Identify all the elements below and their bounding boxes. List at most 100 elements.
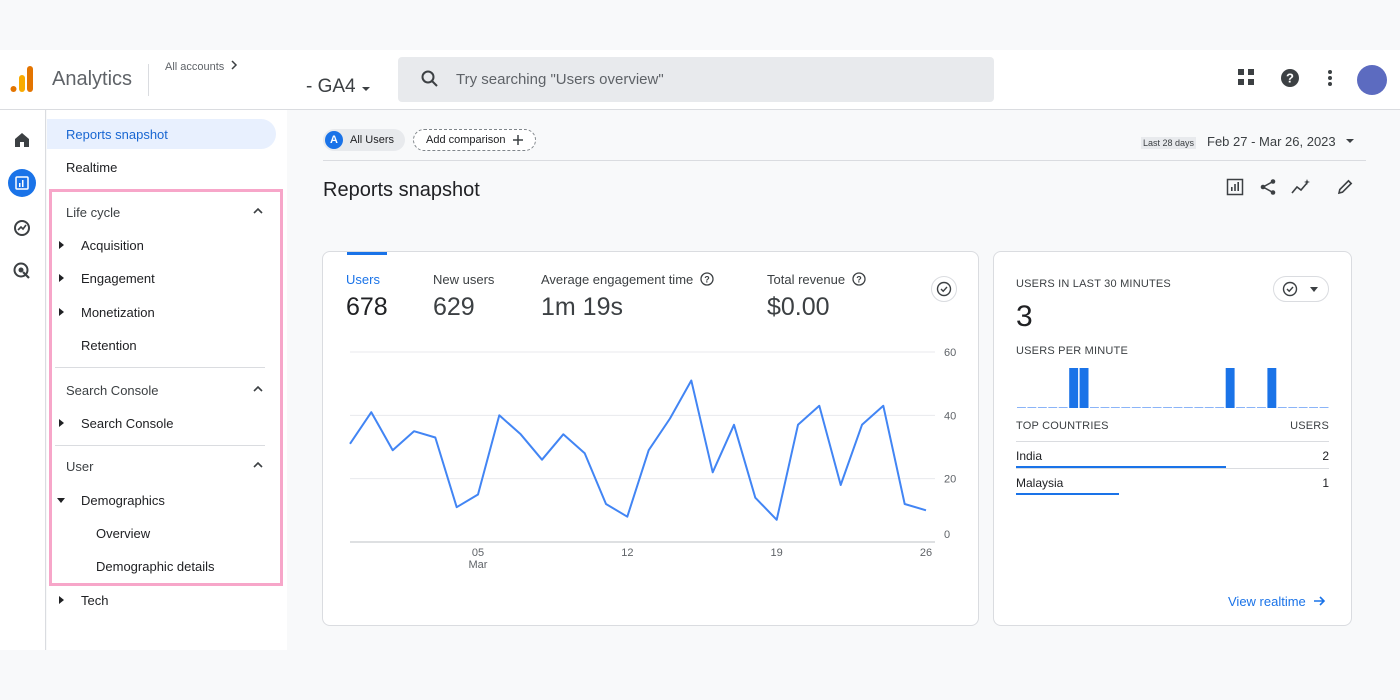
per-minute-bar bbox=[1277, 407, 1287, 408]
nav-item-label: Search Console bbox=[81, 415, 174, 431]
caret-down-icon bbox=[361, 87, 370, 91]
nav-item-engagement[interactable]: Engagement bbox=[47, 263, 277, 293]
caret-down-icon bbox=[1346, 139, 1355, 143]
nav-item-demographics[interactable]: Demographics bbox=[47, 485, 277, 515]
date-range-picker[interactable]: Feb 27 - Mar 26, 2023 bbox=[1207, 134, 1355, 149]
add-comparison-button[interactable]: Add comparison bbox=[413, 129, 536, 151]
nav-item-reports-snapshot[interactable]: Reports snapshot bbox=[47, 119, 276, 149]
realtime-metric-dropdown[interactable] bbox=[1273, 276, 1329, 302]
search-input[interactable] bbox=[456, 57, 956, 102]
per-minute-bar bbox=[1142, 407, 1152, 408]
segment-letter-badge: A bbox=[325, 131, 343, 149]
section-life-cycle[interactable]: Life cycle bbox=[47, 197, 277, 227]
per-minute-bar bbox=[1027, 407, 1037, 408]
country-row-india[interactable]: India 2 bbox=[1016, 449, 1329, 468]
caret-right-icon bbox=[59, 596, 64, 604]
edit-icon[interactable] bbox=[1336, 178, 1354, 196]
search-bar[interactable] bbox=[398, 57, 994, 102]
chevron-up-icon bbox=[253, 207, 263, 214]
country-row-malaysia[interactable]: Malaysia 1 bbox=[1016, 476, 1329, 495]
per-minute-bar bbox=[1236, 407, 1245, 408]
per-minute-bar bbox=[1204, 407, 1214, 408]
nav-item-tech[interactable]: Tech bbox=[47, 585, 277, 615]
apps-grid-icon[interactable] bbox=[1237, 68, 1255, 86]
nav-item-acquisition[interactable]: Acquisition bbox=[47, 230, 277, 260]
y-tick-label: 60 bbox=[944, 347, 956, 359]
rail-advertising[interactable] bbox=[8, 257, 36, 285]
rail-explore[interactable] bbox=[8, 214, 36, 242]
share-icon[interactable] bbox=[1259, 178, 1277, 196]
property-label: - GA4 bbox=[306, 76, 356, 97]
date-range-label: Feb 27 - Mar 26, 2023 bbox=[1207, 134, 1336, 149]
country-name: India bbox=[1016, 449, 1043, 463]
section-title: Search Console bbox=[66, 382, 159, 398]
reports-nav: Reports snapshot Realtime Life cycle Acq… bbox=[47, 110, 287, 650]
per-minute-bar bbox=[1288, 407, 1298, 408]
caret-down-icon bbox=[57, 498, 65, 503]
rail-reports[interactable] bbox=[8, 169, 36, 197]
segment-chip[interactable]: A All Users bbox=[323, 129, 405, 151]
section-title: User bbox=[66, 458, 94, 474]
chevron-up-icon bbox=[253, 461, 263, 468]
nav-item-retention[interactable]: Retention bbox=[47, 330, 277, 360]
date-range-period: Last 28 days bbox=[1141, 137, 1197, 149]
caret-right-icon bbox=[59, 308, 64, 316]
nav-item-label: Realtime bbox=[66, 159, 118, 175]
users-line-chart: 0 20 40 60 05Mar 12 19 26 bbox=[349, 347, 956, 571]
rail-home[interactable] bbox=[8, 126, 36, 154]
per-minute-bar bbox=[1246, 407, 1256, 408]
add-comparison-label: Add comparison bbox=[426, 134, 506, 146]
nav-item-demographic-details[interactable]: Demographic details bbox=[47, 551, 277, 581]
per-minute-bar bbox=[1131, 407, 1141, 408]
nav-item-label: Demographic details bbox=[96, 558, 215, 574]
realtime-user-count: 3 bbox=[1016, 300, 1033, 333]
per-minute-bar bbox=[1058, 407, 1068, 408]
users-per-minute-label: USERS PER MINUTE bbox=[1016, 345, 1128, 357]
advertising-icon bbox=[13, 262, 30, 279]
arrow-right-icon bbox=[1314, 596, 1326, 606]
country-name: Malaysia bbox=[1016, 476, 1064, 490]
nav-item-label: Reports snapshot bbox=[66, 126, 168, 142]
per-minute-bar bbox=[1225, 368, 1235, 408]
country-users: 1 bbox=[1322, 476, 1329, 490]
property-selector[interactable]: - GA4 bbox=[306, 76, 371, 98]
nav-item-overview[interactable]: Overview bbox=[47, 518, 277, 548]
per-minute-bar bbox=[1163, 407, 1172, 408]
nav-item-label: Overview bbox=[96, 525, 151, 541]
chevron-up-icon bbox=[253, 385, 263, 392]
section-user[interactable]: User bbox=[47, 451, 277, 481]
nav-divider bbox=[55, 367, 265, 368]
x-tick-label: 12 bbox=[621, 547, 633, 559]
per-minute-bar bbox=[1152, 407, 1162, 408]
nav-item-label: Retention bbox=[81, 337, 137, 353]
per-minute-bar bbox=[1257, 407, 1266, 408]
check-circle-icon bbox=[1282, 281, 1298, 297]
per-minute-bar bbox=[1194, 407, 1204, 408]
nav-item-search-console[interactable]: Search Console bbox=[47, 408, 277, 438]
per-minute-bar bbox=[1173, 407, 1183, 408]
realtime-card: USERS IN LAST 30 MINUTES 3 USERS PER MIN… bbox=[993, 251, 1352, 626]
page-title: Reports snapshot bbox=[323, 179, 480, 201]
help-icon[interactable]: ? bbox=[1280, 68, 1300, 88]
users-header: USERS bbox=[1290, 420, 1329, 432]
avatar[interactable] bbox=[1357, 65, 1387, 95]
insights-icon[interactable] bbox=[1291, 178, 1311, 196]
customize-report-icon[interactable] bbox=[1226, 178, 1244, 196]
per-minute-bar bbox=[1037, 407, 1047, 408]
users-per-minute-bar-chart bbox=[1017, 368, 1329, 408]
nav-item-realtime[interactable]: Realtime bbox=[47, 152, 277, 182]
plus-icon bbox=[512, 135, 523, 145]
per-minute-bar bbox=[1298, 407, 1308, 408]
header-divider bbox=[148, 64, 149, 96]
y-tick-label: 40 bbox=[944, 410, 956, 422]
all-accounts-link[interactable]: All accounts bbox=[165, 60, 238, 73]
section-search-console[interactable]: Search Console bbox=[47, 375, 277, 405]
view-realtime-link[interactable]: View realtime bbox=[1228, 594, 1326, 609]
per-minute-bar bbox=[1309, 407, 1318, 408]
per-minute-bar bbox=[1110, 407, 1120, 408]
nav-item-monetization[interactable]: Monetization bbox=[47, 297, 277, 327]
app-name: Analytics bbox=[52, 68, 133, 90]
view-realtime-label: View realtime bbox=[1228, 594, 1306, 609]
y-tick-label: 20 bbox=[944, 474, 956, 486]
more-vert-icon[interactable] bbox=[1325, 68, 1335, 88]
